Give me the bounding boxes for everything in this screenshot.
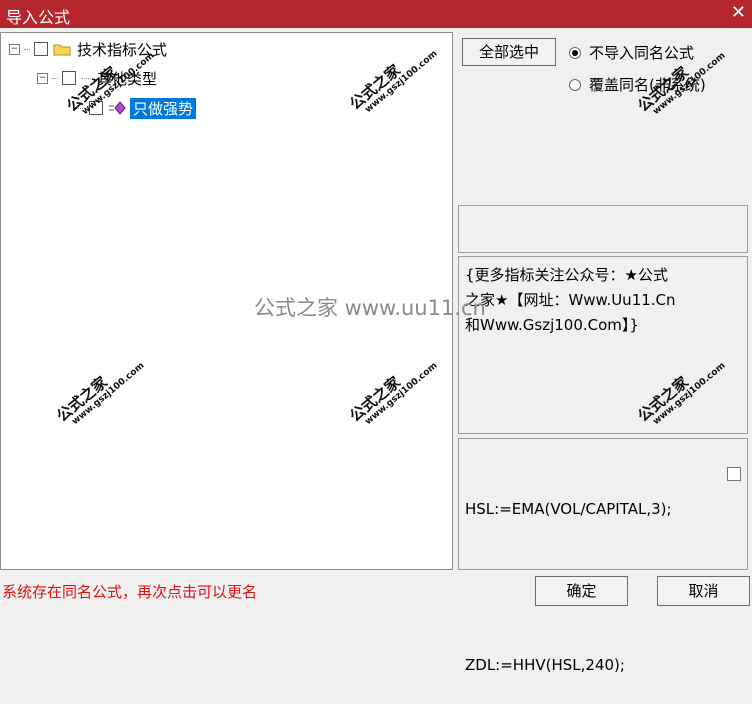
collapse-icon[interactable]: − [9, 43, 20, 55]
formula-code: HSL:=EMA(VOL/CAPITAL,3); ZDL:=HHV(HSL,24… [465, 444, 725, 704]
radio-skip-icon[interactable] [569, 46, 581, 59]
close-icon[interactable]: ✕ [731, 2, 746, 23]
radio-skip-label: 不导入同名公式 [589, 44, 695, 62]
description-line: 之家★【网址：Www.Uu11.Cn [465, 291, 676, 309]
formula-icon [109, 101, 126, 115]
window-title: 导入公式 [6, 8, 71, 27]
center-watermark: 公式之家 www.uu11.cn [254, 296, 486, 320]
tree-checkbox-root[interactable] [34, 42, 48, 56]
code-line: HSL:=EMA(VOL/CAPITAL,3); [465, 500, 672, 518]
cancel-button[interactable]: 取消 [657, 576, 750, 606]
formula-description: {更多指标关注公众号：★公式 之家★【网址：Www.Uu11.Cn 和Www.G… [465, 263, 745, 338]
tree-connector [24, 48, 30, 50]
select-all-button[interactable]: 全部选中 [462, 38, 556, 66]
collapse-icon[interactable]: − [37, 72, 48, 84]
description-line: 和Www.Gszj100.Com】} [465, 316, 639, 334]
description-line: {更多指标关注公众号：★公式 [465, 266, 668, 284]
code-line: ZDL:=HHV(HSL,240); [465, 656, 625, 674]
code-checkbox[interactable] [727, 467, 741, 481]
folder-icon [53, 44, 71, 55]
radio-skip-duplicates[interactable]: 不导入同名公式 [569, 42, 694, 63]
status-message: 系统存在同名公式，再次点击可以更名 [2, 583, 258, 601]
tree-connector [52, 77, 58, 79]
empty-info-box [458, 205, 748, 253]
tree-checkbox-category[interactable] [62, 71, 76, 85]
radio-overwrite-icon[interactable] [569, 78, 581, 91]
ok-button[interactable]: 确定 [535, 576, 628, 606]
title-bar: 导入公式 ✕ [0, 0, 752, 28]
tree-label-formula[interactable]: 只做强势 [130, 97, 197, 119]
